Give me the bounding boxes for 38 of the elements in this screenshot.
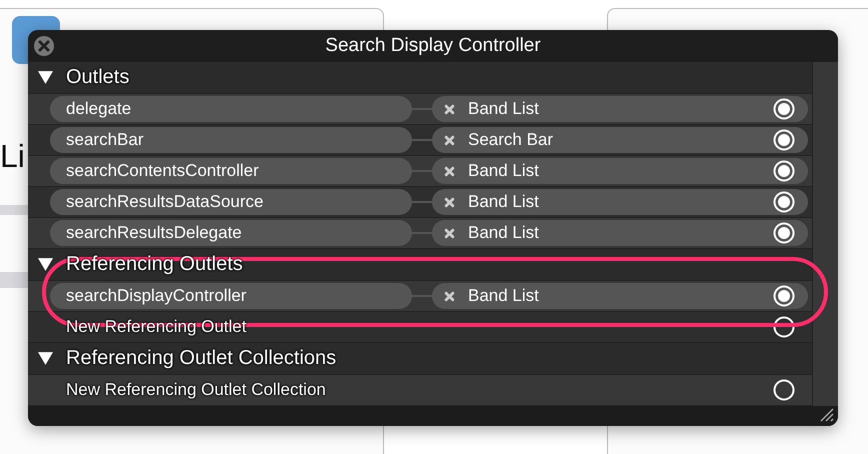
new-outlet-label: New Referencing Outlet Collection	[66, 380, 326, 400]
connection-circle-icon[interactable]	[773, 222, 795, 244]
connection-target[interactable]: Band List	[432, 283, 808, 309]
remove-icon[interactable]	[444, 134, 455, 146]
outlet-name: searchBar	[50, 127, 412, 153]
connector-line	[412, 201, 432, 203]
connection-circle-icon[interactable]	[773, 316, 795, 338]
close-icon[interactable]	[34, 36, 54, 56]
disclosure-triangle-icon[interactable]	[38, 352, 53, 365]
disclosure-triangle-icon[interactable]	[38, 71, 53, 84]
section-title: Referencing Outlet Collections	[66, 347, 336, 370]
connection-circle-icon[interactable]	[773, 191, 795, 213]
connection-target[interactable]: Band List	[432, 189, 808, 215]
outlet-name: searchContentsController	[50, 158, 412, 184]
remove-icon[interactable]	[444, 290, 455, 302]
connection-circle-icon[interactable]	[773, 129, 795, 151]
connection-target[interactable]: Search Bar	[432, 127, 808, 153]
connection-circle-icon[interactable]	[773, 98, 795, 120]
connection-target[interactable]: Band List	[432, 96, 808, 122]
background-label: Li	[0, 138, 25, 175]
outlet-name: delegate	[50, 96, 412, 122]
remove-icon[interactable]	[444, 228, 455, 238]
connection-circle-icon[interactable]	[773, 379, 795, 401]
remove-icon[interactable]	[444, 196, 455, 208]
resize-grip-icon[interactable]	[818, 406, 834, 422]
remove-icon[interactable]	[444, 104, 455, 114]
connector-line	[412, 139, 432, 141]
window-title: Search Display Controller	[325, 35, 541, 57]
connection-circle-icon[interactable]	[773, 160, 795, 182]
outlet-name: searchDisplayController	[50, 283, 412, 309]
connection-target[interactable]: Band List	[432, 158, 808, 184]
outlet-name: searchResultsDataSource	[50, 189, 412, 215]
connection-target[interactable]: Band List	[432, 220, 808, 246]
section-title: Outlets	[66, 66, 130, 89]
outlet-name: searchResultsDelegate	[50, 220, 412, 246]
remove-icon[interactable]	[444, 166, 455, 176]
connection-circle-icon[interactable]	[773, 285, 795, 307]
disclosure-triangle-icon[interactable]	[38, 258, 53, 271]
